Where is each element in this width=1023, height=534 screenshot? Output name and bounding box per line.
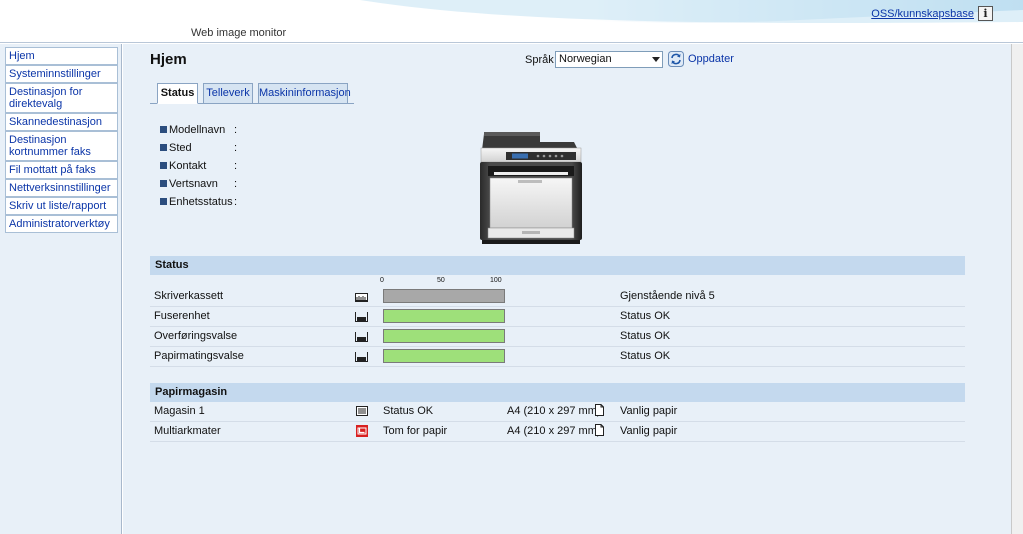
- info-separator: :: [234, 160, 238, 172]
- sidebar-item-skannedestinasjon[interactable]: Skannedestinasjon: [5, 113, 118, 131]
- help-link[interactable]: OSS/kunnskapsbase: [871, 8, 974, 20]
- unit-level-icon: [355, 352, 368, 362]
- tab-telleverk[interactable]: Telleverk: [203, 83, 253, 104]
- tab-status[interactable]: Status: [157, 83, 198, 104]
- sidebar-item-fil-mottatt-faks[interactable]: Fil mottatt på faks: [5, 161, 118, 179]
- sidebar-item-nettverksinnstillinger[interactable]: Nettverksinnstillinger: [5, 179, 118, 197]
- tab-maskininformasjon[interactable]: Maskininformasjon: [258, 83, 351, 104]
- status-row-overforingsvalse: Overføringsvalse Status OK: [150, 327, 965, 347]
- tray-paper-size: A4 (210 x 297 mm): [507, 405, 601, 417]
- sidebar-item-skriv-ut-liste[interactable]: Skriv ut liste/rapport: [5, 197, 118, 215]
- status-message: Status OK: [620, 350, 671, 362]
- scale-label-0: 0: [380, 277, 384, 284]
- info-separator: :: [234, 178, 238, 190]
- status-row-name: Fuserenhet: [154, 310, 210, 322]
- info-label: Enhetsstatus: [169, 196, 233, 208]
- tray-row-magasin-1: Magasin 1 Status OK A4 (210 x 297 mm) Va…: [150, 402, 965, 422]
- tray-ok-icon: [356, 406, 368, 416]
- sidebar-item-destinasjon-kortnummer-faks[interactable]: Destinasjon kortnummer faks: [5, 131, 118, 161]
- vertical-scrollbar[interactable]: [1011, 44, 1023, 534]
- unit-level-icon: [355, 312, 368, 322]
- header-wave-decoration: [300, 0, 1023, 23]
- tray-row-multiarkmater: Multiarkmater Tom for papir A4 (210 x 29…: [150, 422, 965, 442]
- sidebar-item-destinasjon-direktevalg[interactable]: Destinasjon for direktevalg: [5, 83, 118, 113]
- bullet-icon: [160, 180, 167, 187]
- bullet-icon: [160, 144, 167, 151]
- info-label: Kontakt: [169, 160, 207, 172]
- refresh-button[interactable]: Oppdater: [688, 53, 734, 65]
- info-separator: :: [234, 196, 238, 208]
- info-separator: :: [234, 124, 238, 136]
- status-row-name: Skriverkassett: [154, 290, 224, 302]
- language-select-value: Norwegian: [559, 53, 612, 65]
- bullet-icon: [160, 198, 167, 205]
- toner-icon: [355, 293, 368, 302]
- status-row-skriverkassett: Skriverkassett Gjenstående nivå 5: [150, 287, 965, 307]
- info-label: Vertsnavn: [169, 178, 218, 190]
- info-icon[interactable]: i: [978, 6, 993, 21]
- bullet-icon: [160, 162, 167, 169]
- info-separator: :: [234, 142, 238, 154]
- level-bar: [383, 309, 505, 323]
- tray-paper-size: A4 (210 x 297 mm): [507, 425, 601, 437]
- status-message: Gjenstående nivå 5: [620, 290, 715, 302]
- tray-name: Multiarkmater: [154, 425, 221, 437]
- chevron-down-icon: [652, 57, 660, 62]
- level-bar-fill: [384, 350, 504, 362]
- refresh-icon[interactable]: [668, 51, 684, 67]
- level-bar: [383, 329, 505, 343]
- info-label: Modellnavn: [169, 124, 226, 136]
- language-select[interactable]: Norwegian: [555, 51, 663, 68]
- level-bar-fill: [384, 330, 504, 342]
- page-title: Hjem: [150, 51, 187, 68]
- status-row-name: Overføringsvalse: [154, 330, 238, 342]
- section-header-status: Status: [150, 256, 965, 275]
- sidebar: Hjem Systeminnstillinger Destinasjon for…: [0, 44, 122, 534]
- level-bar: [383, 289, 505, 303]
- status-row-fuserenhet: Fuserenhet Status OK: [150, 307, 965, 327]
- level-bar-fill: [384, 310, 504, 322]
- tray-paper-type: Vanlig papir: [620, 405, 678, 417]
- scale-label-50: 50: [437, 277, 445, 284]
- scale-label-100: 100: [490, 277, 502, 284]
- status-message: Status OK: [620, 330, 671, 342]
- level-bar-fill: [384, 290, 504, 302]
- tray-status: Status OK: [383, 405, 434, 417]
- unit-level-icon: [355, 332, 368, 342]
- tray-empty-icon: [356, 425, 368, 437]
- language-label: Språk: [525, 54, 554, 66]
- status-row-name: Papirmatingsvalse: [154, 350, 244, 362]
- level-bar: [383, 349, 505, 363]
- sidebar-item-hjem[interactable]: Hjem: [5, 47, 118, 65]
- paper-orientation-icon: [595, 404, 604, 416]
- info-label: Sted: [169, 142, 192, 154]
- tray-status: Tom for papir: [383, 425, 448, 437]
- app-title: Web image monitor: [191, 27, 287, 39]
- paper-orientation-icon: [595, 424, 604, 436]
- sidebar-item-administratorverktoy[interactable]: Administratorverktøy: [5, 215, 118, 233]
- status-row-papirmatingsvalse: Papirmatingsvalse Status OK: [150, 347, 965, 367]
- header-bar: Web image monitor OSS/kunnskapsbase i: [0, 0, 1023, 43]
- bullet-icon: [160, 126, 167, 133]
- tray-name: Magasin 1: [154, 405, 205, 417]
- section-header-papirmagasin: Papirmagasin: [150, 383, 965, 402]
- status-message: Status OK: [620, 310, 671, 322]
- tray-paper-type: Vanlig papir: [620, 425, 678, 437]
- sidebar-item-systeminnstillinger[interactable]: Systeminnstillinger: [5, 65, 118, 83]
- printer-image: [480, 132, 582, 244]
